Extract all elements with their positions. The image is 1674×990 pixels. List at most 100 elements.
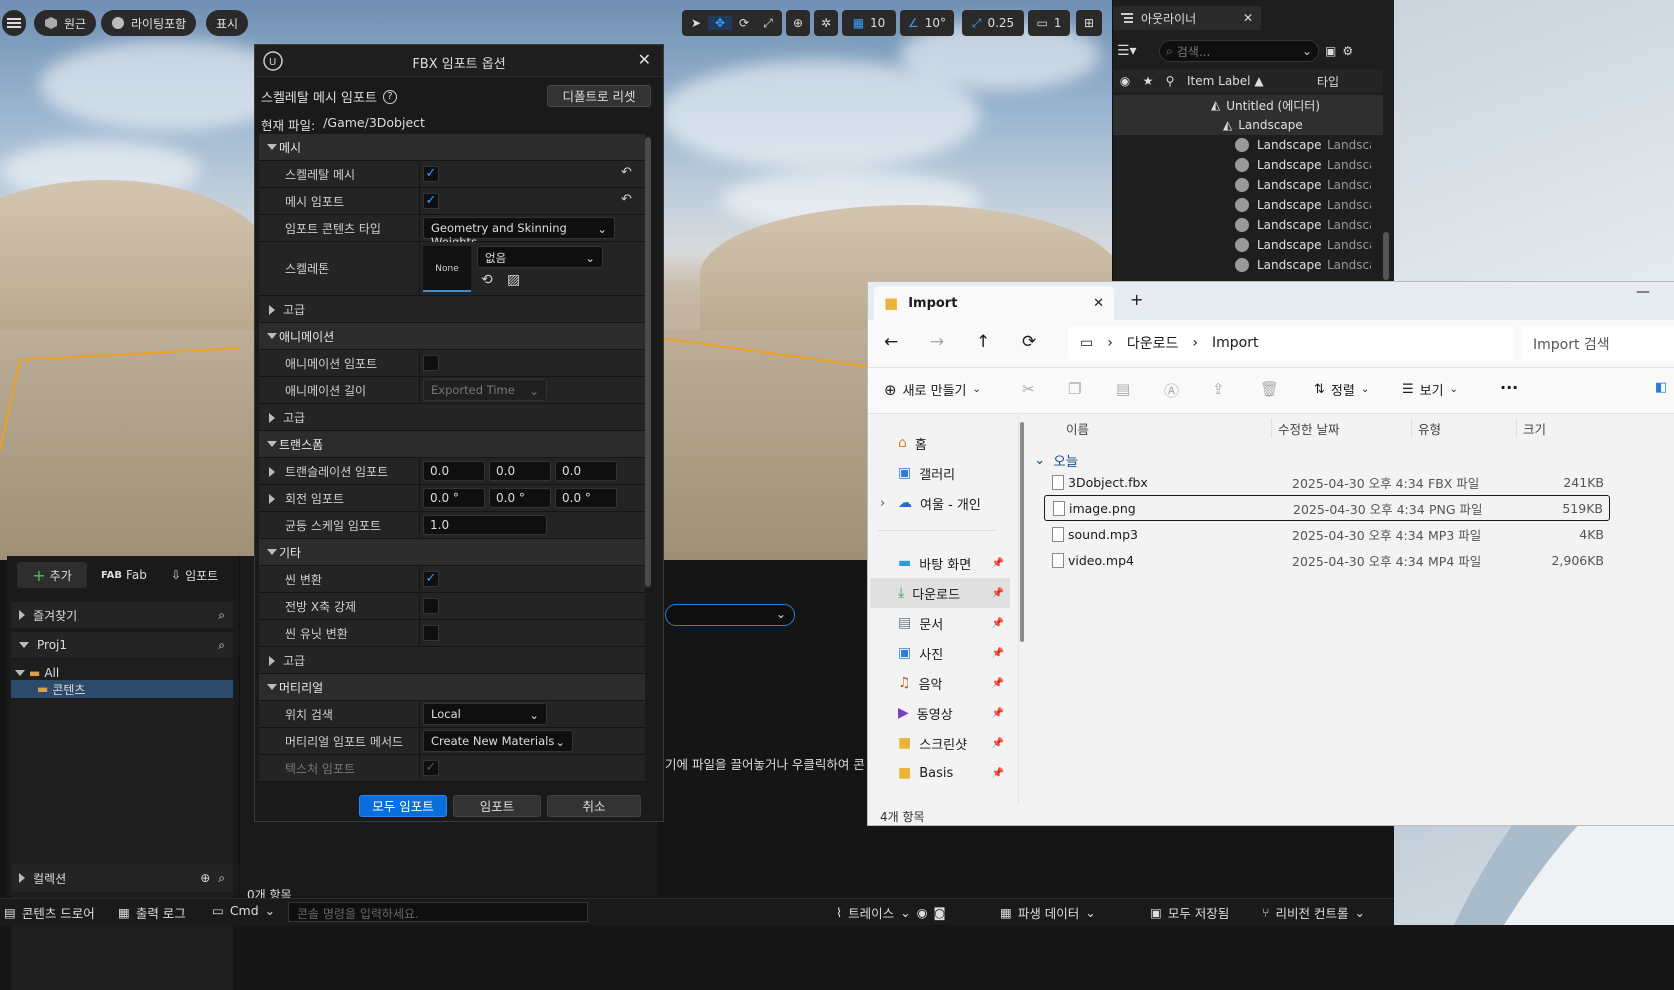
new-button[interactable]: ⊕ 새로 만들기 ⌄: [884, 380, 981, 400]
record-icon[interactable]: ◉: [917, 905, 928, 920]
expand-icon[interactable]: [269, 494, 275, 504]
skeleton-dropdown[interactable]: 없음 ⌄: [477, 246, 603, 268]
pin-icon[interactable]: 📌: [992, 678, 1004, 689]
outliner-row[interactable]: Landscape Landsca: [1113, 215, 1383, 235]
surface-snap-icon[interactable]: ✲: [814, 10, 838, 36]
cb-import-button[interactable]: ⇩ 임포트: [171, 562, 218, 588]
explorer-tab[interactable]: ■ Import ✕: [874, 286, 1114, 320]
uniform-scale-field[interactable]: 1.0: [423, 515, 547, 535]
nav-item[interactable]: ▶ 동영상 📌: [870, 698, 1010, 728]
favorites-section[interactable]: 즐겨찾기 ⌕: [11, 602, 233, 628]
scale-tool-icon[interactable]: ⤢: [756, 16, 780, 31]
material-method-dropdown[interactable]: Create New Materials ⌄: [423, 730, 573, 752]
translate-tool-icon[interactable]: ✥: [708, 16, 732, 30]
visibility-icon[interactable]: ◉: [1113, 74, 1137, 88]
animation-section[interactable]: 애니메이션: [259, 323, 645, 350]
pin-icon[interactable]: 📌: [992, 618, 1004, 629]
reset-arrow-icon[interactable]: ↶: [621, 192, 632, 207]
outliner-row[interactable]: Landscape Landsca: [1113, 135, 1383, 155]
mesh-advanced[interactable]: 고급: [259, 296, 645, 323]
world-local-icon[interactable]: ⊕: [786, 10, 810, 36]
pin-icon[interactable]: 📌: [992, 738, 1004, 749]
anim-import-checkbox[interactable]: [423, 355, 439, 371]
outliner-row[interactable]: Landscape Landsca: [1113, 155, 1383, 175]
file-row[interactable]: image.png 2025-04-30 오후 4:34 PNG 파일 519KB: [1044, 495, 1610, 521]
nav-item[interactable]: ▤ 문서 📌: [870, 608, 1010, 638]
scene-convert-checkbox[interactable]: ✓: [423, 571, 439, 587]
pin-icon[interactable]: 📌: [992, 768, 1004, 779]
pin-icon[interactable]: 📌: [992, 648, 1004, 659]
skeletal-mesh-checkbox[interactable]: ✓: [423, 166, 439, 182]
view-button[interactable]: ☰ 보기 ⌄: [1402, 380, 1458, 399]
revision-control-button[interactable]: ⑂ 리비전 컨트롤 ⌄: [1262, 903, 1365, 922]
column-type[interactable]: 유형: [1418, 419, 1441, 438]
delete-icon[interactable]: 🗑: [1260, 380, 1279, 398]
outliner-row[interactable]: Landscape Landsca: [1113, 195, 1383, 215]
texture-import-checkbox[interactable]: ✓: [423, 760, 439, 776]
trace-button[interactable]: ⌇ 트레이스 ⌄ ◉ ◙: [836, 903, 946, 922]
tab-outliner[interactable]: 아웃라이너 ✕: [1113, 6, 1261, 30]
location-search-dropdown[interactable]: Local ⌄: [423, 703, 547, 725]
search-icon[interactable]: ⌕: [218, 871, 225, 886]
camera-icon[interactable]: ◙: [934, 905, 946, 920]
camera-speed-button[interactable]: ▭ 1: [1028, 10, 1070, 36]
transform-section[interactable]: 트랜스폼: [259, 431, 645, 458]
rotation-z-field[interactable]: 0.0 °: [555, 488, 617, 508]
nav-item[interactable]: ▬ 바탕 화면 📌: [870, 548, 1010, 578]
translation-y-field[interactable]: 0.0: [489, 461, 551, 481]
browse-folder-icon[interactable]: ▨: [507, 272, 520, 288]
pin-icon[interactable]: 📌: [992, 588, 1004, 599]
chevron-right-icon[interactable]: ›: [880, 496, 885, 511]
pin-icon[interactable]: 📌: [992, 708, 1004, 719]
minimize-icon[interactable]: —: [1636, 284, 1650, 300]
nav-item[interactable]: ▣ 사진 📌: [870, 638, 1010, 668]
expand-icon[interactable]: [269, 467, 275, 477]
help-icon[interactable]: ?: [382, 89, 397, 104]
select-tool-icon[interactable]: ➤: [684, 16, 708, 30]
layout-icon[interactable]: ⊞: [1076, 10, 1102, 36]
misc-section[interactable]: 기타: [259, 539, 645, 566]
save-all-button[interactable]: ▣ 모두 저장됨: [1150, 903, 1229, 922]
lighting-button[interactable]: 라이팅포함: [101, 10, 197, 36]
fab-button[interactable]: FAB Fab: [101, 562, 147, 588]
skeleton-thumbnail[interactable]: None: [423, 246, 471, 292]
close-icon[interactable]: ✕: [638, 50, 651, 69]
scene-unit-checkbox[interactable]: [423, 625, 439, 641]
translation-x-field[interactable]: 0.0: [423, 461, 485, 481]
reset-default-button[interactable]: 디폴트로 리셋: [547, 85, 651, 107]
console-input[interactable]: 콘솔 명령을 입력하세요.: [288, 902, 588, 922]
pin-icon[interactable]: ⚲: [1159, 74, 1181, 88]
tree-all[interactable]: ▬ All: [15, 666, 59, 680]
rename-icon[interactable]: Ⓐ: [1164, 380, 1179, 401]
group-header[interactable]: ⌄ 오늘: [1034, 450, 1078, 470]
add-folder-icon[interactable]: ▣: [1325, 44, 1336, 58]
nav-scrollbar[interactable]: [1020, 422, 1024, 642]
scale-snap-button[interactable]: ⤢ 0.25: [962, 10, 1024, 36]
grid-snap-button[interactable]: ▦ 10: [842, 10, 896, 36]
anim-length-dropdown[interactable]: Exported Time ⌄: [423, 379, 547, 401]
paste-icon[interactable]: ▤: [1116, 380, 1130, 398]
mesh-section[interactable]: 메시: [259, 134, 645, 161]
outliner-landscape-row[interactable]: ◭ Landscape: [1113, 115, 1383, 135]
material-section[interactable]: 머티리얼: [259, 674, 645, 701]
translation-z-field[interactable]: 0.0: [555, 461, 617, 481]
file-row[interactable]: 3Dobject.fbx 2025-04-30 오후 4:34 FBX 파일 241K…: [1044, 469, 1610, 495]
column-name[interactable]: 이름: [1066, 419, 1089, 438]
cancel-button[interactable]: 취소: [547, 795, 641, 817]
column-type[interactable]: 타입: [1311, 73, 1339, 90]
tree-content[interactable]: ▬ 콘텐츠: [11, 680, 233, 698]
breadcrumb-downloads[interactable]: 다운로드: [1127, 333, 1179, 353]
settings-icon[interactable]: ⚙: [1342, 44, 1353, 58]
misc-advanced[interactable]: 고급: [259, 647, 645, 674]
reset-arrow-icon[interactable]: ↶: [621, 165, 632, 180]
content-drawer-button[interactable]: ▤ 콘텐츠 드로어: [4, 903, 95, 922]
perspective-button[interactable]: 원근: [34, 10, 97, 36]
import-all-button[interactable]: 모두 임포트: [359, 795, 447, 817]
show-button[interactable]: 표시: [206, 10, 249, 36]
outliner-row[interactable]: Landscape Landsca: [1113, 255, 1383, 275]
column-size[interactable]: 크기: [1523, 419, 1546, 438]
nav-item[interactable]: ■ 스크린샷 📌: [870, 728, 1010, 758]
add-button[interactable]: + 추가: [17, 562, 87, 588]
up-arrow-icon[interactable]: ↑: [976, 332, 990, 352]
rotation-x-field[interactable]: 0.0 °: [423, 488, 485, 508]
